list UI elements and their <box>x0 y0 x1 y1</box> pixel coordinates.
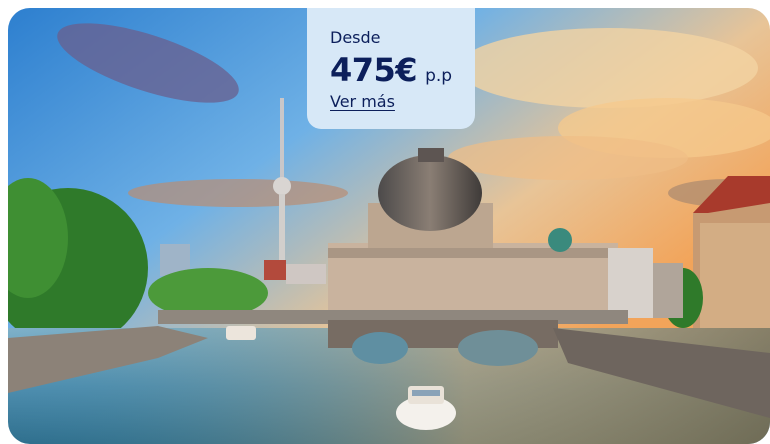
destination-card[interactable]: Desde 475€ p.p Ver más <box>8 8 770 444</box>
price-row: 475€ p.p <box>330 50 452 90</box>
price-value: 475€ <box>330 51 418 89</box>
per-person-label: p.p <box>425 66 453 86</box>
price-panel: Desde 475€ p.p Ver más <box>307 8 475 129</box>
from-label: Desde <box>330 28 381 47</box>
see-more-link[interactable]: Ver más <box>330 92 395 111</box>
